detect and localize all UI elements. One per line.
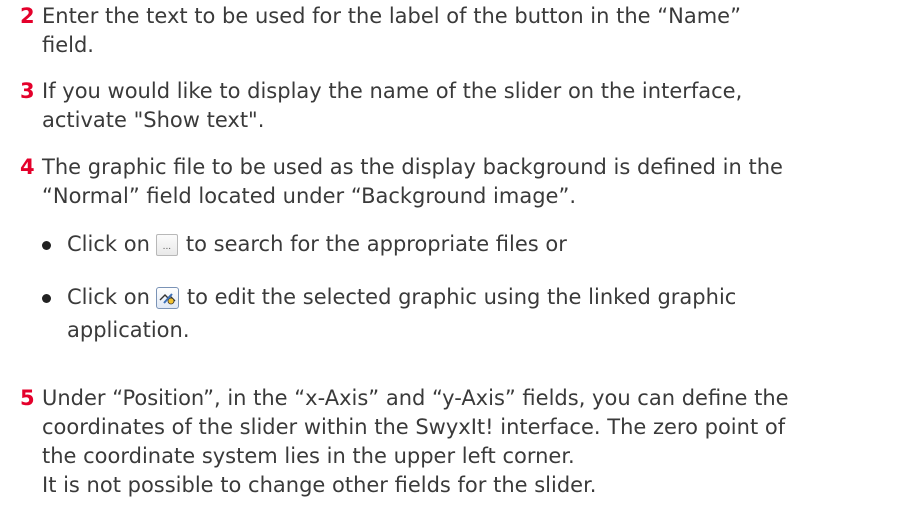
step-text-line: field. [42,33,94,57]
step-number: 2 [20,4,35,28]
bullet-text-after: to search for the appropriate files or [185,232,567,256]
step-text: Enter the text to be used for the label … [42,2,872,60]
step-text-line: coordinates of the slider within the Swy… [42,415,786,439]
step-text-line: “Normal” field located under “Background… [42,184,576,208]
bullet-dot [42,241,51,250]
bullet-text-after: to edit the selected graphic using the l… [186,285,737,309]
step-text-line: It is not possible to change other field… [42,473,597,497]
edit-graphic-icon[interactable] [155,287,179,309]
step-text-line: the coordinate system lies in the upper … [42,444,575,468]
browse-button-icon[interactable]: ... [155,234,178,256]
bullet-text-before: Click on [67,285,150,309]
document-page: 2 Enter the text to be used for the labe… [0,0,897,522]
bullet-text: Click on to edit the selected graphic usi… [67,283,872,345]
step-number: 5 [20,386,35,410]
step-text-line: Under “Position”, in the “x-Axis” and “y… [42,386,789,410]
browse-button-label: ... [162,242,172,252]
step-text-line: Enter the text to be used for the label … [42,4,741,28]
step-text-line: The graphic file to be used as the displ… [42,155,783,179]
step-number: 3 [20,79,35,103]
step-number: 4 [20,155,35,179]
step-text: Under “Position”, in the “x-Axis” and “y… [42,384,872,500]
bullet-dot [42,294,51,303]
bullet-text: Click on... to search for the appropriate… [67,230,872,259]
pencil-image-icon [159,293,176,305]
bullet-text-line2: application. [67,318,190,342]
step-text-line: activate "Show text". [42,108,265,132]
step-text: The graphic file to be used as the displ… [42,153,872,211]
bullet-text-before: Click on [67,232,150,256]
step-text: If you would like to display the name of… [42,77,872,135]
step-text-line: If you would like to display the name of… [42,79,743,103]
